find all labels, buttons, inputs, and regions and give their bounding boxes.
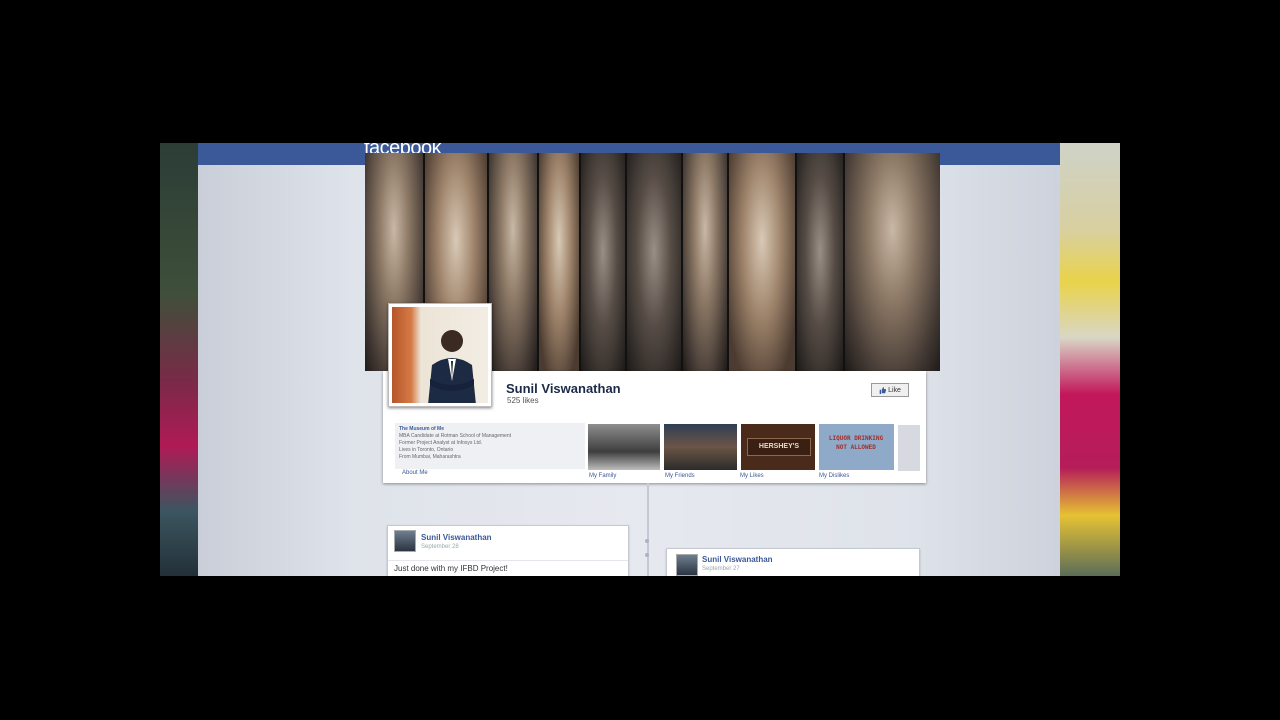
like-button-label: Like [888,386,901,394]
timeline-dot [645,539,649,543]
cover-photo-strip [797,153,845,371]
about-line: Lives in Toronto, Ontario [399,447,454,453]
video-frame: facebook Sunil Viswanathan 525 likes Lik… [160,143,1120,576]
tile-label[interactable]: My Friends [665,473,695,479]
post-date[interactable]: September 27 [702,566,740,572]
post-text: Just done with my IFBD Project! [394,564,508,573]
sign-text: LIQUOR DRINKING NOT ALLOWED [828,435,884,451]
likes-count: 525 likes [507,396,539,405]
cover-photo-strip [729,153,797,371]
flowers-right-decoration [1060,143,1120,576]
cover-photo-strip [627,153,683,371]
timeline-line [647,483,649,576]
about-line: MBA Candidate at Rotman School of Manage… [399,433,512,439]
about-title: The Museum of Me [399,426,445,432]
post-avatar[interactable] [394,530,416,552]
cover-photo-strip [489,153,539,371]
post-author[interactable]: Sunil Viswanathan [702,555,773,564]
post-avatar[interactable] [676,554,698,576]
tile-my-family[interactable] [588,424,660,470]
cover-photo-strip [539,153,581,371]
tile-my-likes[interactable]: HERSHEY'S [741,424,815,470]
tile-label[interactable]: My Likes [740,473,764,479]
about-line: Former Project Analyst at Infosys Ltd. [399,440,483,446]
tile-my-friends[interactable] [664,424,737,470]
person-silhouette-icon [428,330,476,403]
hersheys-logo: HERSHEY'S [747,438,811,456]
timeline-post[interactable]: Sunil Viswanathan September 28 Just done… [387,525,629,576]
tile-label[interactable]: My Dislikes [819,473,849,479]
about-me-link[interactable]: About Me [402,470,428,476]
post-divider [388,560,628,561]
more-tiles-button[interactable] [898,425,920,471]
profile-name[interactable]: Sunil Viswanathan [506,381,621,396]
tile-my-dislikes[interactable]: LIQUOR DRINKING NOT ALLOWED [819,424,894,470]
thumbs-up-icon [879,386,887,394]
timeline-post[interactable]: Sunil Viswanathan September 27 [666,548,920,576]
profile-picture[interactable] [388,303,492,407]
cover-photo-strip [845,153,940,371]
facebook-page: facebook Sunil Viswanathan 525 likes Lik… [198,143,1060,576]
cover-photo-strip [683,153,729,371]
about-line: From Mumbai, Maharashtra [399,454,461,460]
cover-photo-strip [581,153,627,371]
tile-label[interactable]: My Family [589,473,616,479]
like-button[interactable]: Like [871,383,909,397]
flowers-left-decoration [160,143,200,576]
timeline-dot [645,553,649,557]
post-date[interactable]: September 28 [421,544,459,550]
post-author[interactable]: Sunil Viswanathan [421,533,492,542]
